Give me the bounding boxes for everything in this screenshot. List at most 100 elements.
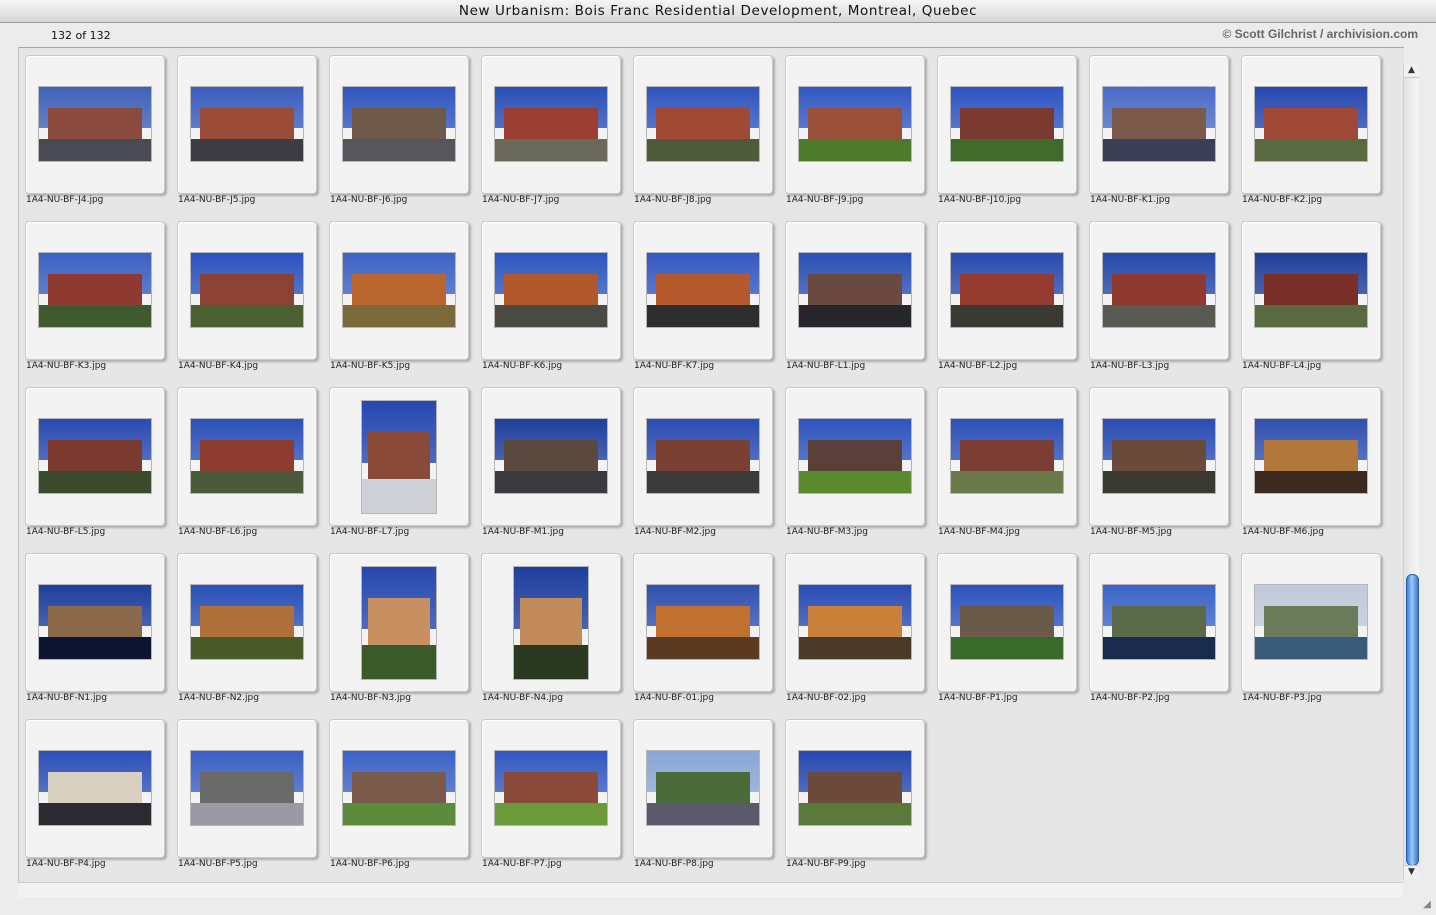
thumbnail-item[interactable]: 1A4-NU-BF-P8.jpg <box>627 712 779 878</box>
thumbnail-grid[interactable]: 1A4-NU-BF-J4.jpg 1A4-NU-BF-J5.jpg 1A4-NU-B… <box>18 47 1404 883</box>
slide-mount[interactable] <box>785 221 925 360</box>
slide-mount[interactable] <box>1089 55 1229 194</box>
slide-mount[interactable] <box>785 719 925 858</box>
slide-mount[interactable] <box>937 553 1077 692</box>
thumbnail-item[interactable]: 1A4-NU-BF-N1.jpg <box>19 546 171 712</box>
scroll-down-arrow-icon[interactable]: ▼ <box>1404 865 1419 879</box>
thumbnail-image <box>951 419 1063 493</box>
thumbnail-item[interactable]: 1A4-NU-BF-L2.jpg <box>931 214 1083 380</box>
slide-mount[interactable] <box>1241 387 1381 526</box>
slide-mount[interactable] <box>1241 55 1381 194</box>
slide-mount[interactable] <box>937 387 1077 526</box>
thumbnail-item[interactable]: 1A4-NU-BF-N4.jpg <box>475 546 627 712</box>
slide-mount[interactable] <box>937 55 1077 194</box>
slide-mount[interactable] <box>329 553 469 692</box>
slide-mount[interactable] <box>177 553 317 692</box>
slide-mount[interactable] <box>481 553 621 692</box>
thumbnail-item[interactable]: 1A4-NU-BF-K5.jpg <box>323 214 475 380</box>
slide-mount[interactable] <box>1241 553 1381 692</box>
thumbnail-item[interactable]: 1A4-NU-BF-P2.jpg <box>1083 546 1235 712</box>
thumbnail-item[interactable]: 1A4-NU-BF-P4.jpg <box>19 712 171 878</box>
thumbnail-item[interactable]: 1A4-NU-BF-J7.jpg <box>475 48 627 214</box>
thumbnail-item[interactable]: 1A4-NU-BF-01.jpg <box>627 546 779 712</box>
thumbnail-filename: 1A4-NU-BF-02.jpg <box>786 693 866 703</box>
thumbnail-item[interactable]: 1A4-NU-BF-K3.jpg <box>19 214 171 380</box>
thumbnail-item[interactable]: 1A4-NU-BF-M4.jpg <box>931 380 1083 546</box>
slide-mount[interactable] <box>481 387 621 526</box>
vertical-scrollbar[interactable]: ▲ ▼ <box>1403 64 1419 879</box>
thumbnail-item[interactable]: 1A4-NU-BF-L5.jpg <box>19 380 171 546</box>
thumbnail-filename: 1A4-NU-BF-K1.jpg <box>1090 195 1171 205</box>
thumbnail-item[interactable]: 1A4-NU-BF-J5.jpg <box>171 48 323 214</box>
thumbnail-item[interactable]: 1A4-NU-BF-M2.jpg <box>627 380 779 546</box>
slide-mount[interactable] <box>177 221 317 360</box>
thumbnail-image <box>1103 87 1215 161</box>
slide-mount[interactable] <box>481 55 621 194</box>
thumbnail-item[interactable]: 1A4-NU-BF-N2.jpg <box>171 546 323 712</box>
horizontal-scrollbar[interactable] <box>18 882 1403 897</box>
slide-mount[interactable] <box>329 55 469 194</box>
slide-mount[interactable] <box>1089 387 1229 526</box>
thumbnail-item[interactable]: 1A4-NU-BF-L1.jpg <box>779 214 931 380</box>
slide-mount[interactable] <box>785 55 925 194</box>
thumbnail-item[interactable]: 1A4-NU-BF-K1.jpg <box>1083 48 1235 214</box>
slide-mount[interactable] <box>25 719 165 858</box>
window-titlebar[interactable]: New Urbanism: Bois Franc Residential Dev… <box>0 0 1436 23</box>
slide-mount[interactable] <box>785 387 925 526</box>
thumbnail-item[interactable]: 1A4-NU-BF-P6.jpg <box>323 712 475 878</box>
slide-mount[interactable] <box>177 387 317 526</box>
thumbnail-item[interactable]: 1A4-NU-BF-J9.jpg <box>779 48 931 214</box>
thumbnail-item[interactable]: 1A4-NU-BF-L3.jpg <box>1083 214 1235 380</box>
thumbnail-item[interactable]: 1A4-NU-BF-P7.jpg <box>475 712 627 878</box>
slide-mount[interactable] <box>481 221 621 360</box>
slide-mount[interactable] <box>25 387 165 526</box>
slide-mount[interactable] <box>633 387 773 526</box>
slide-mount[interactable] <box>25 553 165 692</box>
slide-mount[interactable] <box>25 221 165 360</box>
thumbnail-item[interactable]: 1A4-NU-BF-N3.jpg <box>323 546 475 712</box>
thumbnail-item[interactable]: 1A4-NU-BF-M5.jpg <box>1083 380 1235 546</box>
resize-grip-icon[interactable]: ◢ <box>1420 898 1434 912</box>
thumbnail-image <box>647 253 759 327</box>
thumbnail-item[interactable]: 1A4-NU-BF-K6.jpg <box>475 214 627 380</box>
thumbnail-item[interactable]: 1A4-NU-BF-P1.jpg <box>931 546 1083 712</box>
slide-mount[interactable] <box>1241 221 1381 360</box>
thumbnail-item[interactable]: 1A4-NU-BF-J6.jpg <box>323 48 475 214</box>
thumbnail-image <box>1255 253 1367 327</box>
slide-mount[interactable] <box>329 719 469 858</box>
thumbnail-item[interactable]: 1A4-NU-BF-M1.jpg <box>475 380 627 546</box>
thumbnail-item[interactable]: 1A4-NU-BF-J4.jpg <box>19 48 171 214</box>
thumbnail-item[interactable]: 1A4-NU-BF-L4.jpg <box>1235 214 1387 380</box>
thumbnail-item[interactable]: 1A4-NU-BF-J8.jpg <box>627 48 779 214</box>
scroll-up-arrow-icon[interactable]: ▲ <box>1404 64 1419 78</box>
thumbnail-item[interactable]: 1A4-NU-BF-L7.jpg <box>323 380 475 546</box>
thumbnail-item[interactable]: 1A4-NU-BF-J10.jpg <box>931 48 1083 214</box>
slide-mount[interactable] <box>177 55 317 194</box>
thumbnail-item[interactable]: 1A4-NU-BF-P5.jpg <box>171 712 323 878</box>
slide-mount[interactable] <box>937 221 1077 360</box>
slide-mount[interactable] <box>633 553 773 692</box>
slide-mount[interactable] <box>177 719 317 858</box>
thumbnail-image <box>951 253 1063 327</box>
slide-mount[interactable] <box>329 221 469 360</box>
thumbnail-item[interactable]: 1A4-NU-BF-K2.jpg <box>1235 48 1387 214</box>
thumbnail-item[interactable]: 1A4-NU-BF-K7.jpg <box>627 214 779 380</box>
slide-mount[interactable] <box>481 719 621 858</box>
slide-mount[interactable] <box>329 387 469 526</box>
thumbnail-item[interactable]: 1A4-NU-BF-L6.jpg <box>171 380 323 546</box>
slide-mount[interactable] <box>785 553 925 692</box>
slide-mount[interactable] <box>633 719 773 858</box>
slide-mount[interactable] <box>633 55 773 194</box>
thumbnail-item[interactable]: 1A4-NU-BF-P9.jpg <box>779 712 931 878</box>
slide-mount[interactable] <box>1089 221 1229 360</box>
thumbnail-item[interactable]: 1A4-NU-BF-K4.jpg <box>171 214 323 380</box>
slide-mount[interactable] <box>25 55 165 194</box>
image-count: 132 of 132 <box>51 29 111 42</box>
thumbnail-item[interactable]: 1A4-NU-BF-P3.jpg <box>1235 546 1387 712</box>
thumbnail-item[interactable]: 1A4-NU-BF-M3.jpg <box>779 380 931 546</box>
slide-mount[interactable] <box>633 221 773 360</box>
scrollbar-thumb[interactable] <box>1406 574 1419 866</box>
thumbnail-item[interactable]: 1A4-NU-BF-M6.jpg <box>1235 380 1387 546</box>
slide-mount[interactable] <box>1089 553 1229 692</box>
thumbnail-item[interactable]: 1A4-NU-BF-02.jpg <box>779 546 931 712</box>
